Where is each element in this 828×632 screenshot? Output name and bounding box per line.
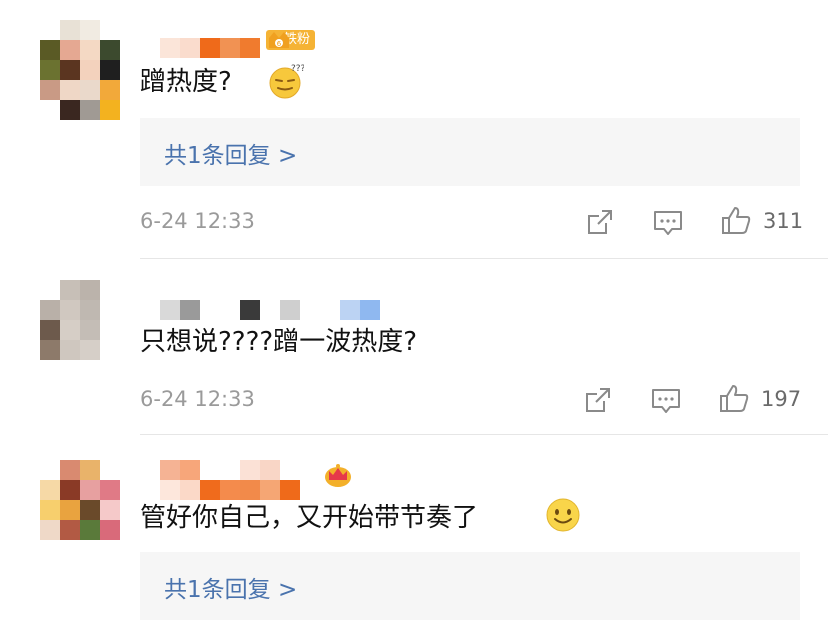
svg-text:6: 6 [277,40,282,48]
like-icon[interactable] [718,382,750,414]
like-icon[interactable] [720,204,752,236]
share-icon[interactable] [586,208,614,236]
fan-badge-icon: 6 [269,32,289,48]
reply-box[interactable]: 共1条回复 > [140,118,800,186]
smile-emoji [546,498,580,532]
avatar[interactable] [40,280,120,360]
comment-timestamp: 6-24 12:33 [140,209,255,233]
divider [140,258,828,259]
username-redacted[interactable] [160,460,300,500]
comment-icon[interactable] [651,387,681,415]
fan-badge[interactable]: 6 铁粉 [266,28,316,52]
svg-text:???: ??? [291,64,304,74]
avatar[interactable] [40,460,120,540]
divider [140,434,828,435]
like-count: 311 [763,209,804,233]
crown-badge-icon[interactable] [322,460,354,488]
view-replies-link[interactable]: 共1条回复 > [164,570,297,604]
view-replies-link[interactable]: 共1条回复 > [164,136,297,170]
comment-text: 管好你自己，又开始带节奏了 [140,503,479,533]
avatar[interactable] [40,20,120,120]
comment-timestamp: 6-24 12:33 [140,387,255,411]
share-icon[interactable] [584,386,612,414]
comment-text: 蹭热度? [140,67,232,97]
comment-icon[interactable] [653,209,683,237]
reply-box[interactable]: 共1条回复 > [140,552,800,620]
comment-text: 只想说????蹭一波热度? [140,327,417,357]
thinking-face-emoji: ??? [269,64,304,99]
like-count: 197 [761,387,802,411]
